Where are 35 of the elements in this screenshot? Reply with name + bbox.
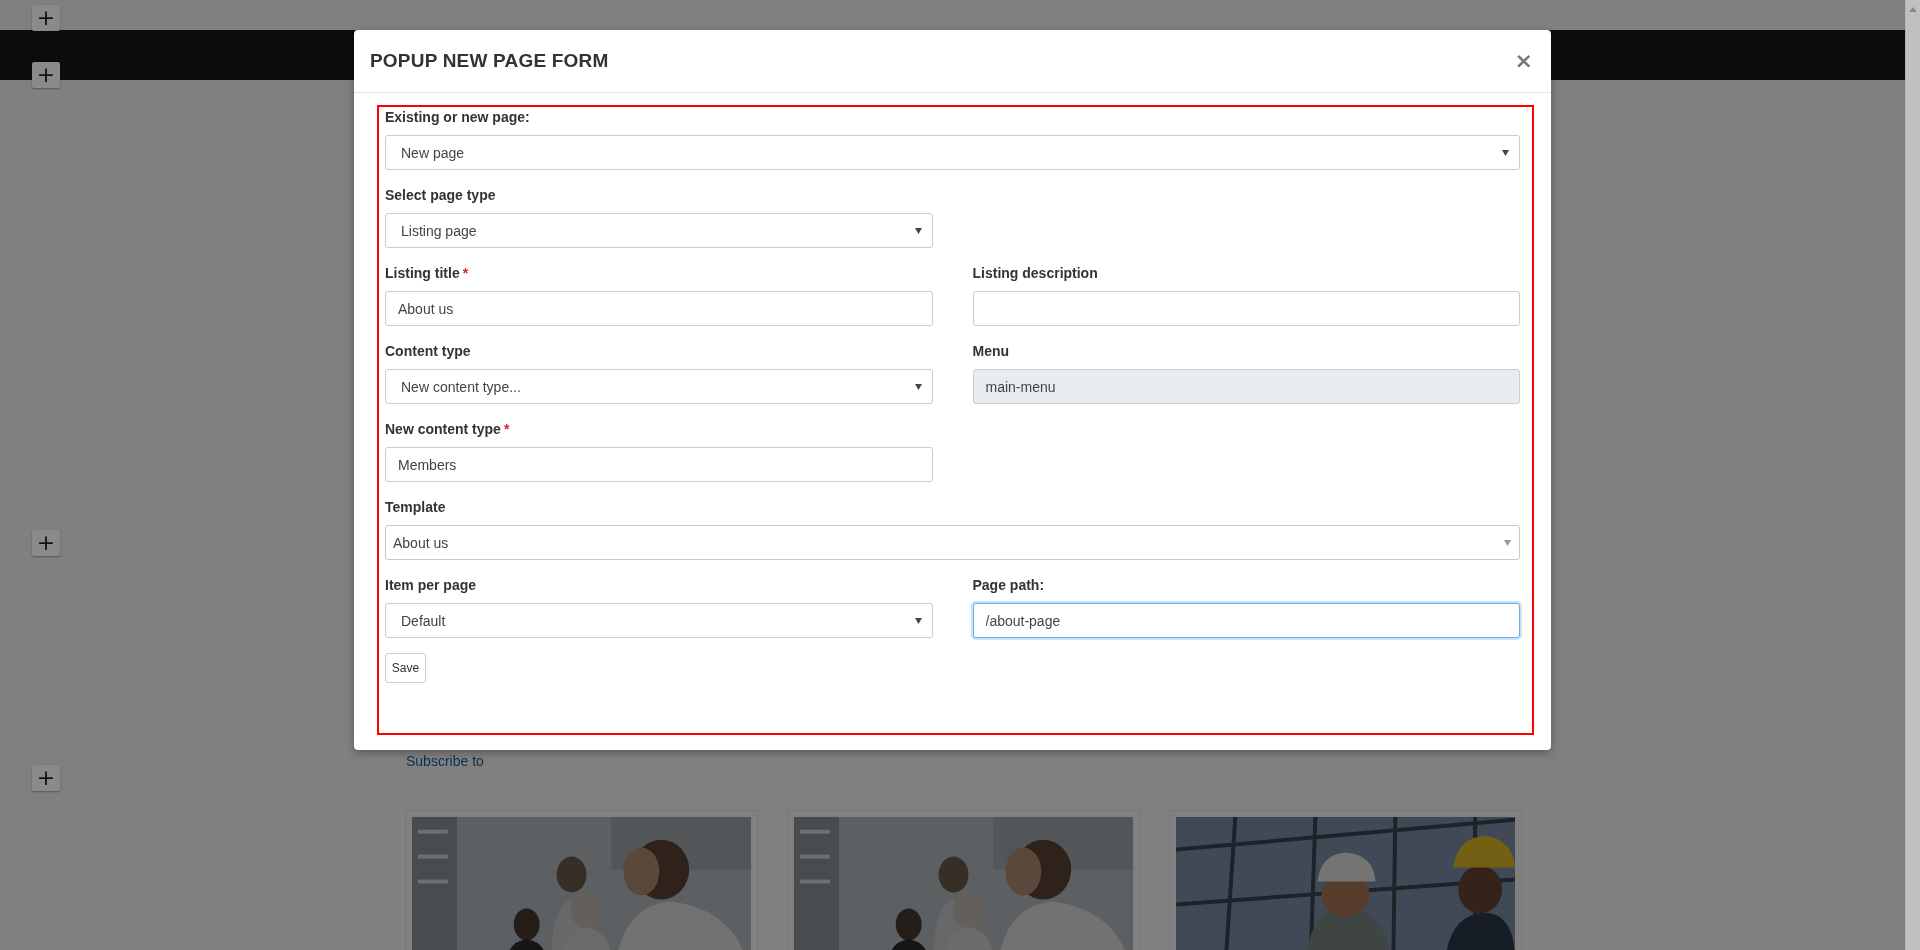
caret-icon bbox=[914, 383, 922, 390]
text-field[interactable]: Members bbox=[385, 447, 933, 482]
field-label: Listing description bbox=[972, 264, 1099, 283]
caret-icon bbox=[1502, 149, 1509, 156]
caret-icon bbox=[914, 617, 922, 624]
text-field[interactable] bbox=[972, 291, 1520, 326]
close-button[interactable]: × bbox=[1510, 50, 1537, 72]
add-button[interactable]: + bbox=[32, 530, 60, 556]
dropdown[interactable]: About us bbox=[385, 525, 1520, 560]
field-label: Item per page bbox=[385, 576, 478, 595]
dropdown[interactable]: Default bbox=[385, 603, 933, 638]
field-label: Content type bbox=[385, 342, 472, 361]
field-label: Existing or new page: bbox=[385, 108, 531, 127]
field-label: New content type bbox=[385, 421, 501, 437]
add-button[interactable]: + bbox=[32, 62, 60, 88]
field-label: Listing title bbox=[385, 265, 460, 281]
field-label: Template bbox=[385, 498, 447, 517]
dropdown[interactable]: New page bbox=[385, 135, 1520, 170]
dialog-title: POPUP NEW PAGE FORM bbox=[370, 50, 609, 72]
dropdown[interactable]: Listing page bbox=[385, 213, 933, 248]
field-label: Page path: bbox=[972, 576, 1046, 595]
save-button[interactable]: Save bbox=[385, 653, 426, 683]
caret-icon bbox=[1504, 539, 1511, 546]
text-field[interactable]: About us bbox=[385, 291, 933, 326]
add-button[interactable]: + bbox=[32, 5, 60, 31]
required-mark: * bbox=[503, 421, 510, 437]
text-field[interactable]: /about-page bbox=[972, 603, 1520, 638]
field-label: Menu bbox=[972, 342, 1011, 361]
scrollbar[interactable] bbox=[1905, 0, 1920, 950]
required-mark: * bbox=[462, 265, 469, 281]
add-button[interactable]: + bbox=[32, 765, 60, 791]
field-label: Select page type bbox=[385, 186, 497, 205]
dropdown[interactable]: New content type... bbox=[385, 369, 933, 404]
scroll-up-icon[interactable] bbox=[1909, 6, 1918, 13]
caret-icon bbox=[914, 227, 922, 234]
